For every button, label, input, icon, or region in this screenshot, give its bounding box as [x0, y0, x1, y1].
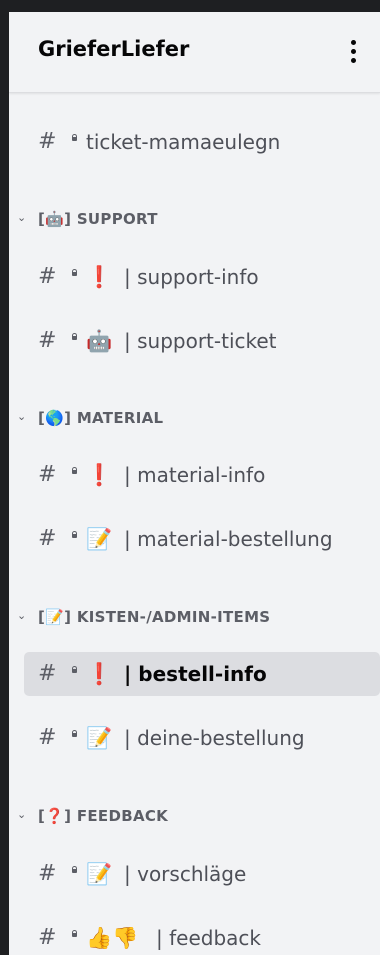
chevron-down-icon: ⌄ — [17, 808, 27, 821]
category-label: [🌎] MATERIAL — [38, 409, 164, 427]
channel-material-bestellung[interactable]: # 📝 | material-bestellung — [24, 517, 380, 561]
channel-ticket-mamaeulegn[interactable]: # ticket-mamaeulegn — [24, 120, 380, 164]
category-material[interactable]: ⌄ [🌎] MATERIAL — [9, 402, 380, 432]
chevron-down-icon: ⌄ — [17, 211, 27, 224]
channel-label: | deine-bestellung — [124, 726, 305, 750]
category-support[interactable]: ⌄ [🤖] SUPPORT — [9, 203, 380, 233]
memo-icon: 📝 — [86, 862, 113, 886]
server-header[interactable]: GrieferLiefer — [9, 12, 380, 93]
channel-sidebar: GrieferLiefer # ticket-mamaeulegn ⌄ [🤖] … — [9, 12, 380, 955]
exclamation-icon: ❗ — [86, 265, 113, 289]
channel-deine-bestellung[interactable]: # 📝 | deine-bestellung — [24, 716, 380, 760]
hashtag-lock-icon: # — [38, 925, 77, 951]
category-feedback[interactable]: ⌄ [❓] FEEDBACK — [9, 800, 380, 830]
exclamation-icon: ❗ — [86, 463, 113, 487]
channel-support-ticket[interactable]: # 🤖 | support-ticket — [24, 319, 380, 363]
category-label: [📝] KISTEN-/ADMIN-ITEMS — [38, 608, 271, 626]
channel-label: | support-ticket — [124, 329, 277, 353]
menu-dot — [351, 40, 356, 45]
category-label: [❓] FEEDBACK — [38, 807, 169, 825]
hashtag-lock-icon: # — [38, 725, 77, 751]
channel-label: | vorschläge — [124, 862, 247, 886]
channel-material-info[interactable]: # ❗ | material-info — [24, 453, 380, 497]
channel-label: ticket-mamaeulegn — [86, 130, 281, 154]
category-kisten-admin-items[interactable]: ⌄ [📝] KISTEN-/ADMIN-ITEMS — [9, 601, 380, 631]
hashtag-lock-icon: # — [38, 661, 77, 687]
exclamation-icon: ❗ — [86, 662, 113, 686]
channel-label: | feedback — [156, 926, 261, 950]
vertical-ellipsis-icon[interactable] — [344, 38, 364, 66]
menu-dot — [351, 49, 356, 54]
thumbs-up-down-icon: 👍👎 — [86, 926, 139, 950]
hashtag-lock-icon: # — [38, 264, 77, 290]
hashtag-lock-icon: # — [38, 526, 77, 552]
channel-feedback[interactable]: # 👍👎 | feedback — [24, 916, 380, 955]
chevron-down-icon: ⌄ — [17, 410, 27, 423]
channel-label: | material-bestellung — [124, 527, 333, 551]
channel-support-info[interactable]: # ❗ | support-info — [24, 255, 380, 299]
channel-label: | support-info — [124, 265, 259, 289]
hashtag-lock-icon: # — [38, 129, 77, 155]
channel-label: | material-info — [124, 463, 266, 487]
hashtag-lock-icon: # — [38, 328, 77, 354]
memo-icon: 📝 — [86, 726, 113, 750]
channel-vorschlaege[interactable]: # 📝 | vorschläge — [24, 852, 380, 896]
chevron-down-icon: ⌄ — [17, 609, 27, 622]
channel-bestell-info[interactable]: # ❗ | bestell-info — [24, 652, 380, 696]
hashtag-lock-icon: # — [38, 462, 77, 488]
server-name: GrieferLiefer — [38, 37, 190, 61]
hashtag-lock-icon: # — [38, 861, 77, 887]
memo-icon: 📝 — [86, 527, 113, 551]
menu-dot — [351, 58, 356, 63]
channel-label: | bestell-info — [124, 662, 267, 686]
robot-icon: 🤖 — [86, 329, 113, 353]
category-label: [🤖] SUPPORT — [38, 210, 158, 228]
